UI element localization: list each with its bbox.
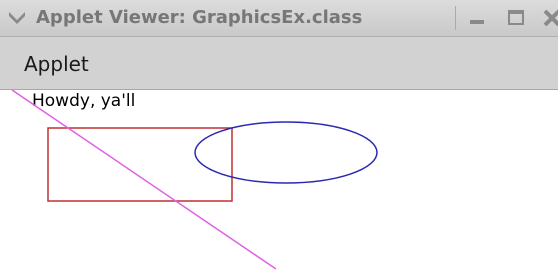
drawn-ellipse — [194, 121, 378, 184]
applet-drawing — [11, 90, 378, 270]
applet-viewer-window: Applet Viewer: GraphicsEx.class Applet H… — [0, 0, 558, 271]
menu-bar: Applet — [0, 37, 558, 90]
title-bar[interactable]: Applet Viewer: GraphicsEx.class — [0, 0, 558, 37]
minimize-icon[interactable] — [467, 8, 487, 28]
window-title: Applet Viewer: GraphicsEx.class — [36, 7, 363, 28]
title-divider — [455, 6, 456, 30]
window-menu-chevron-icon[interactable] — [6, 6, 28, 28]
drawn-diagonal-line — [11, 90, 277, 270]
menu-applet[interactable]: Applet — [18, 50, 95, 78]
close-icon[interactable] — [542, 8, 558, 28]
maximize-icon[interactable] — [506, 8, 526, 28]
applet-canvas[interactable]: Howdy, ya'll — [0, 90, 558, 271]
